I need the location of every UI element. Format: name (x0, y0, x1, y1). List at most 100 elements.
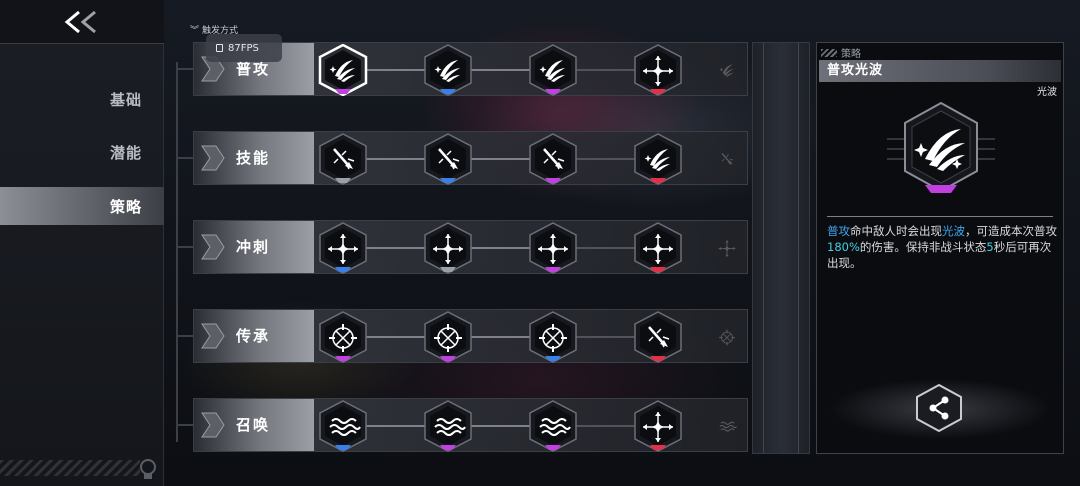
strategy-node-3[interactable] (526, 400, 580, 452)
strategy-node-3[interactable] (526, 311, 580, 363)
wave-spirit-icon (529, 400, 577, 452)
row-chevron-icon (201, 145, 225, 171)
strategy-node-3[interactable] (526, 133, 580, 185)
row-connector-line (366, 336, 425, 338)
strategy-node-4[interactable] (631, 400, 685, 452)
locked-slot-icon (712, 144, 742, 174)
strategy-node-2[interactable] (421, 400, 475, 452)
detail-divider (827, 216, 1053, 217)
row-connector-line (471, 425, 530, 427)
highlight-text: 光波 (942, 224, 965, 238)
share-button[interactable] (913, 383, 965, 433)
strategy-node-1[interactable] (316, 311, 370, 363)
row-connector-line (366, 158, 425, 160)
strategy-row: 召唤 (193, 398, 748, 452)
locked-slot-icon (712, 411, 742, 441)
row-label-text: 传承 (236, 327, 271, 345)
row-connector-line (366, 69, 425, 71)
back-button[interactable] (0, 0, 164, 44)
strategy-node-3[interactable] (526, 222, 580, 274)
description-text: 的伤害。保持非战斗状态 (859, 240, 987, 254)
emblem-icon (140, 459, 156, 479)
nav-item-label: 潜能 (109, 143, 142, 162)
row-connector-line (576, 158, 635, 160)
strategy-node-2[interactable] (421, 222, 475, 274)
fps-icon (216, 44, 223, 52)
row-label-text: 技能 (236, 149, 271, 167)
locked-slot-icon (712, 55, 742, 85)
crosshair-sparkle-icon (634, 44, 682, 96)
burst-blade-icon (634, 311, 682, 363)
detail-tag-text: 策略 (841, 49, 861, 60)
strategy-row: 冲刺 (193, 220, 748, 274)
nav-item-potential[interactable]: 潜能 (0, 133, 164, 171)
nav-item-label: 策略 (109, 197, 142, 216)
row-connector-line (576, 69, 635, 71)
detail-tag: 策略 (821, 45, 861, 60)
claw-slash-icon (529, 44, 577, 96)
strategy-node-1[interactable] (316, 43, 370, 97)
crosshair-sparkle-icon (319, 222, 367, 274)
strategy-node-4[interactable] (631, 222, 685, 274)
share-area (817, 373, 1063, 443)
strategy-node-1[interactable] (316, 222, 370, 274)
row-connector-line (366, 247, 425, 249)
fps-badge: 87FPS (206, 34, 282, 62)
claw-slash-icon (424, 44, 472, 96)
crosshair-sparkle-icon (634, 400, 682, 452)
row-connector-line (576, 336, 635, 338)
fps-value: 87FPS (228, 42, 259, 54)
detail-title: 普攻光波 (819, 60, 1061, 82)
crosshair-sparkle-icon (424, 222, 472, 274)
wave-spirit-icon (424, 400, 472, 452)
left-nav-panel: 基础 潜能 策略 (0, 0, 164, 486)
strategy-node-1[interactable] (316, 133, 370, 185)
strategy-node-2[interactable] (421, 133, 475, 185)
double-chevron-down-icon: ︾ (190, 26, 200, 36)
nav-item-label: 基础 (109, 90, 142, 109)
detail-subtitle: 光波 (1037, 87, 1057, 98)
highlight-text: 普攻 (827, 224, 850, 238)
tag-stripes (821, 48, 837, 57)
crosshair-sparkle-icon (529, 222, 577, 274)
strategy-node-3[interactable] (526, 44, 580, 96)
decorative-stripes (0, 460, 140, 476)
strategy-node-4[interactable] (631, 311, 685, 363)
nav-item-basic[interactable]: 基础 (0, 80, 164, 118)
detail-description: 普攻命中敌人时会出现光波，可造成本次普攻180%的伤害。保持非战斗状态5秒后可再… (827, 223, 1057, 271)
burst-blade-icon (424, 133, 472, 185)
double-chevron-left-icon (64, 10, 96, 33)
row-label-text: 召唤 (236, 416, 271, 434)
row-connector-line (576, 425, 635, 427)
burst-blade-icon (529, 133, 577, 185)
locked-slot-icon (712, 233, 742, 263)
locked-slot-icon (712, 322, 742, 352)
wave-spirit-icon (319, 400, 367, 452)
strategy-node-2[interactable] (421, 44, 475, 96)
row-chevron-icon (201, 412, 225, 438)
row-chevron-icon (201, 323, 225, 349)
strategy-node-2[interactable] (421, 311, 475, 363)
row-connector-line (576, 247, 635, 249)
target-reticle-icon (424, 311, 472, 363)
row-connector-line (366, 425, 425, 427)
row-label: 传承 (194, 310, 314, 362)
description-text: ，可造成本次普攻 (965, 224, 1057, 238)
strategy-row: 传承 (193, 309, 748, 363)
row-connector-line (471, 247, 530, 249)
row-label-text: 冲刺 (236, 238, 271, 256)
row-label: 技能 (194, 132, 314, 184)
row-connector-line (471, 158, 530, 160)
row-connector-line (471, 336, 530, 338)
divider-pillar (752, 42, 810, 454)
strategy-node-4[interactable] (631, 44, 685, 96)
crosshair-sparkle-icon (634, 222, 682, 274)
target-reticle-icon (319, 311, 367, 363)
target-reticle-icon (529, 311, 577, 363)
strategy-node-4[interactable] (631, 133, 685, 185)
strategy-row: 技能 (193, 131, 748, 185)
nav-item-strategy[interactable]: 策略 (0, 187, 164, 225)
burst-blade-icon (319, 133, 367, 185)
row-label: 冲刺 (194, 221, 314, 273)
strategy-node-1[interactable] (316, 400, 370, 452)
